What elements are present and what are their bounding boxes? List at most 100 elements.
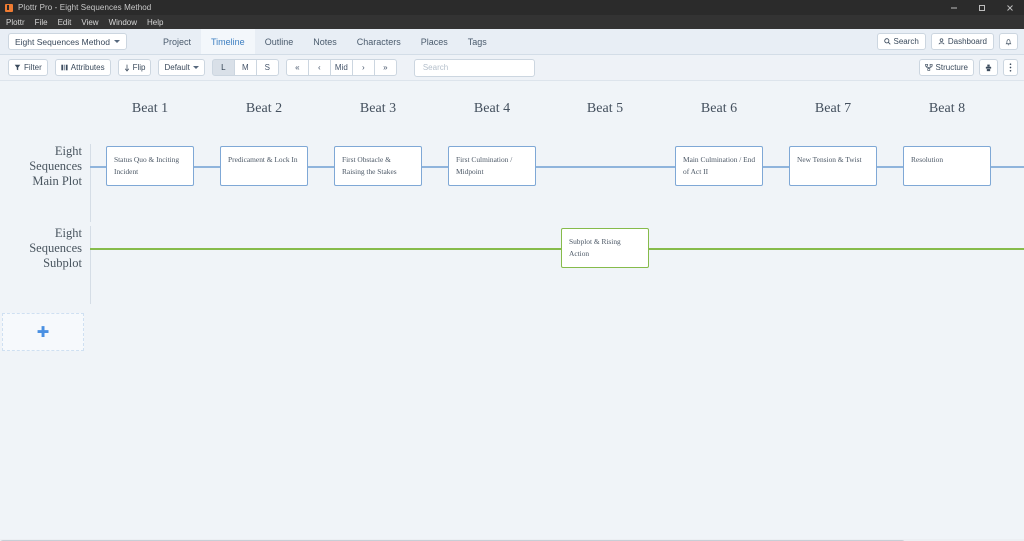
dashboard-label: Dashboard	[947, 37, 987, 46]
funnel-icon	[14, 64, 21, 71]
nav-actions: Search Dashboard	[876, 33, 1018, 50]
beat-header[interactable]: Beat 2	[246, 101, 282, 117]
bell-icon	[1005, 38, 1012, 46]
search-icon	[883, 38, 891, 45]
arrow-down-icon	[124, 64, 130, 72]
project-select[interactable]: Eight Sequences Method	[8, 33, 127, 50]
plus-icon: ✚	[36, 323, 50, 341]
menu-item-view[interactable]: View	[81, 18, 98, 27]
menu-bar: Plottr File Edit View Window Help	[0, 15, 1024, 29]
beat-header[interactable]: Beat 4	[474, 101, 510, 117]
plotline-divider	[90, 226, 91, 304]
maximize-icon[interactable]	[968, 0, 996, 15]
tab-project[interactable]: Project	[153, 29, 201, 54]
global-search-label: Search	[893, 37, 919, 46]
timeline-card[interactable]: Main Culmination / End of Act II	[675, 146, 763, 186]
tab-tags[interactable]: Tags	[458, 29, 497, 54]
plotline-label-line: Main Plot	[32, 173, 82, 188]
more-options-button[interactable]	[1003, 59, 1018, 76]
app-window: Plottr Pro - Eight Sequences Method Plot…	[0, 0, 1024, 541]
plotline-label-line: Eight	[54, 225, 82, 240]
nav-previous-button[interactable]: ‹	[307, 59, 331, 76]
structure-icon	[924, 64, 933, 71]
timeline-card[interactable]: First Culmination / Midpoint	[448, 146, 536, 186]
title-bar: Plottr Pro - Eight Sequences Method	[0, 0, 1024, 15]
structure-button[interactable]: Structure	[918, 59, 974, 76]
dashboard-button[interactable]: Dashboard	[930, 33, 994, 50]
menu-item-file[interactable]: File	[35, 18, 48, 27]
beat-header[interactable]: Beat 1	[132, 101, 168, 117]
close-icon[interactable]	[996, 0, 1024, 15]
structure-label: Structure	[935, 63, 968, 72]
search-input[interactable]	[420, 62, 528, 73]
user-icon	[938, 38, 945, 45]
columns-icon	[61, 64, 68, 71]
caret-down-icon	[192, 66, 199, 69]
tab-timeline[interactable]: Timeline	[201, 29, 255, 54]
beat-header[interactable]: Beat 7	[815, 101, 851, 117]
menu-item-plottr[interactable]: Plottr	[6, 18, 25, 27]
card-size-large[interactable]: L	[211, 59, 235, 76]
nav-middle-button[interactable]: Mid	[329, 59, 353, 76]
timeline-card[interactable]: New Tension & Twist	[789, 146, 877, 186]
plotline-label-line: Eight	[54, 143, 82, 158]
attributes-button[interactable]: Attributes	[54, 59, 111, 76]
tab-characters[interactable]: Characters	[347, 29, 411, 54]
timeline-card[interactable]: Predicament & Lock In	[220, 146, 308, 186]
beat-header-row: Beat 1 Beat 2 Beat 3 Beat 4 Beat 5 Beat 6 Beat…	[0, 81, 1024, 123]
export-icon	[985, 64, 992, 72]
flip-label: Flip	[132, 63, 146, 72]
view-select-label: Default	[164, 63, 190, 72]
minimize-icon[interactable]	[940, 0, 968, 15]
beat-header[interactable]: Beat 5	[587, 101, 623, 117]
timeline-toolbar: Filter Attributes Flip Default L M S « ‹…	[0, 55, 1024, 81]
attributes-label: Attributes	[70, 63, 105, 72]
timeline-card[interactable]: Status Quo & Inciting Incident	[106, 146, 194, 186]
plotline-track	[90, 248, 1024, 250]
filter-label: Filter	[24, 63, 42, 72]
plotline-label[interactable]: Eight Sequences Subplot	[0, 226, 82, 271]
beat-header[interactable]: Beat 6	[701, 101, 737, 117]
filter-button[interactable]: Filter	[8, 59, 48, 76]
project-select-label: Eight Sequences Method	[15, 36, 110, 47]
global-search-button[interactable]: Search	[876, 33, 926, 50]
nav-bar: Eight Sequences Method Project Timeline …	[0, 29, 1024, 55]
nav-next-button[interactable]: ›	[351, 59, 375, 76]
notifications-button[interactable]	[999, 33, 1018, 50]
timeline-card[interactable]: Subplot & Rising Action	[561, 228, 649, 268]
nav-last-button[interactable]: »	[373, 59, 397, 76]
timeline-card[interactable]: First Obstacle & Raising the Stakes	[334, 146, 422, 186]
card-size-small[interactable]: S	[255, 59, 279, 76]
more-vertical-icon	[1009, 63, 1012, 72]
timeline-card[interactable]: Resolution	[903, 146, 991, 186]
add-plotline-button[interactable]: ✚	[2, 313, 84, 351]
nav-tabs: Project Timeline Outline Notes Character…	[153, 29, 497, 54]
plotline-label-line: Sequences	[29, 240, 82, 255]
plotline-label-line: Sequences	[29, 158, 82, 173]
window-title: Plottr Pro - Eight Sequences Method	[18, 3, 152, 12]
plotline-label[interactable]: Eight Sequences Main Plot	[0, 144, 82, 189]
tab-notes[interactable]: Notes	[303, 29, 347, 54]
tab-outline[interactable]: Outline	[255, 29, 304, 54]
menu-item-help[interactable]: Help	[147, 18, 163, 27]
timeline-canvas[interactable]: Beat 1 Beat 2 Beat 3 Beat 4 Beat 5 Beat 6 Beat…	[0, 81, 1024, 541]
card-size-medium[interactable]: M	[233, 59, 257, 76]
timeline-search[interactable]	[413, 58, 535, 77]
beat-header[interactable]: Beat 8	[929, 101, 965, 117]
plotline-label-line: Subplot	[43, 255, 82, 270]
plotline-divider	[90, 144, 91, 222]
timeline-navigation: « ‹ Mid › »	[285, 59, 397, 76]
beat-header[interactable]: Beat 3	[360, 101, 396, 117]
view-select[interactable]: Default	[158, 59, 205, 76]
menu-item-edit[interactable]: Edit	[58, 18, 72, 27]
plottr-logo-icon	[5, 3, 13, 12]
window-controls	[940, 0, 1024, 15]
export-button[interactable]	[979, 59, 998, 76]
card-size-toggle: L M S	[211, 59, 279, 76]
caret-down-icon	[113, 40, 120, 43]
flip-button[interactable]: Flip	[117, 59, 152, 76]
toolbar-actions: Structure	[918, 59, 1018, 76]
menu-item-window[interactable]: Window	[109, 18, 137, 27]
nav-first-button[interactable]: «	[285, 59, 309, 76]
tab-places[interactable]: Places	[411, 29, 458, 54]
